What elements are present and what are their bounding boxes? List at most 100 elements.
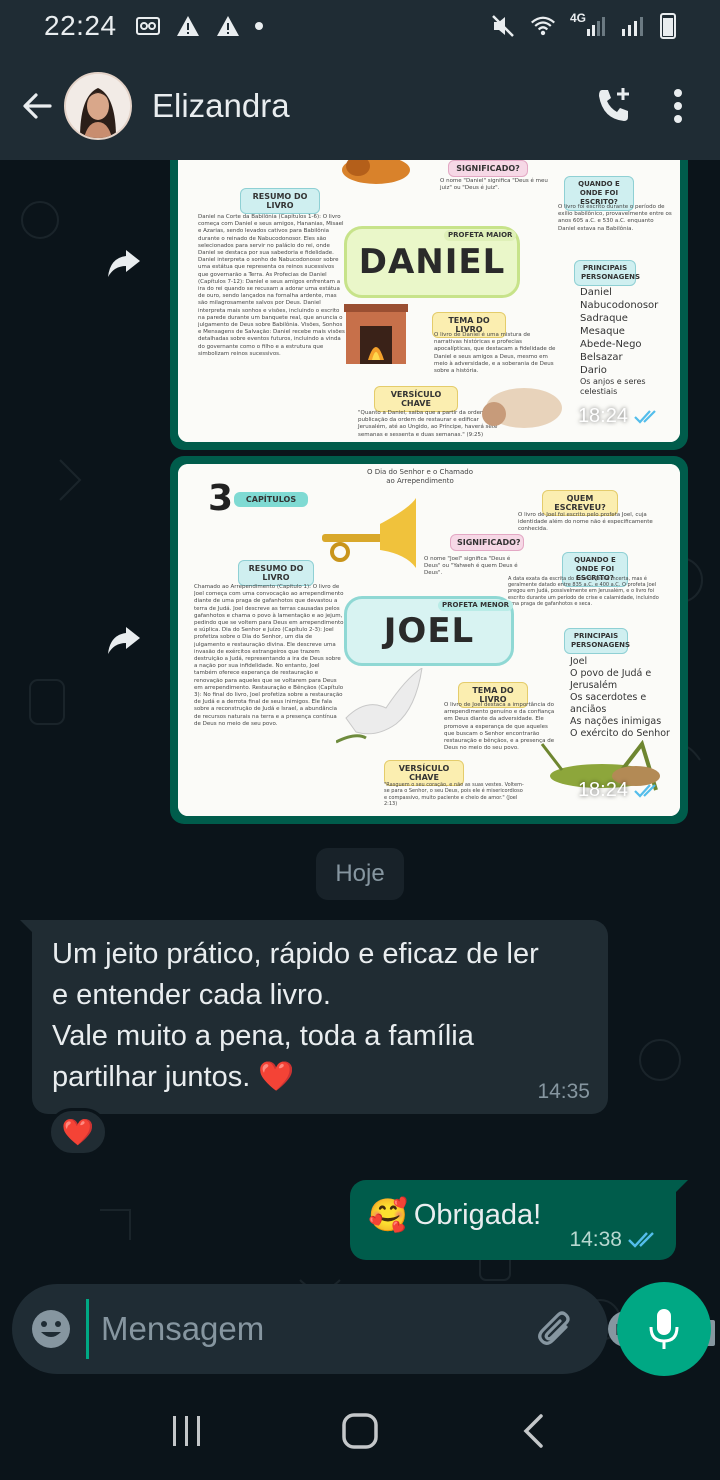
praying-man-illustration — [482, 388, 562, 428]
battery-icon — [660, 13, 676, 39]
date-chip: Hoje — [316, 848, 404, 900]
quem-text: O livro de Joel foi escrito pelo profeta… — [518, 512, 653, 533]
label-profeta: PROFETA MENOR — [438, 600, 514, 611]
personagem-item: Dario — [580, 365, 607, 376]
label-profeta: PROFETA MAIOR — [444, 230, 517, 241]
forward-icon — [108, 627, 140, 654]
personagem-item: As nações inimigas — [570, 716, 662, 727]
label-resumo: RESUMO DO LIVRO — [238, 560, 314, 586]
personagem-item: Sadraque — [580, 313, 628, 324]
signal-4g-icon: 4G — [570, 11, 606, 38]
message-composer: R$ — [12, 1284, 715, 1374]
add-call-icon — [599, 88, 629, 121]
warning-icon — [215, 14, 241, 38]
label-resumo: RESUMO DO LIVRO — [240, 188, 320, 214]
message-time: 18:24 — [578, 405, 660, 428]
personagem-item: Nabucodonosor — [580, 300, 659, 311]
recent-apps-icon — [172, 1416, 200, 1446]
fireplace-illustration — [344, 304, 408, 364]
message-time: 14:38 — [569, 1228, 658, 1252]
home-icon — [342, 1413, 378, 1449]
emoji-button[interactable] — [30, 1305, 72, 1353]
resumo-text: Chamado ao Arrependimento (Capítulo 1): … — [194, 584, 344, 727]
image-message[interactable]: RESUMO DO LIVRO Daniel na Corte da Babil… — [170, 160, 688, 450]
infographic-daniel[interactable]: RESUMO DO LIVRO Daniel na Corte da Babil… — [178, 160, 680, 442]
personagem-item: O povo de Judá e Jerusalém — [570, 668, 652, 691]
status-time: 22:24 — [44, 10, 117, 41]
personagem-item: Joel — [570, 656, 588, 667]
book-title: JOEL — [383, 611, 475, 651]
smiling-hearts-emoji-icon: 🥰 — [368, 1197, 408, 1233]
tema-text: O livro de Daniel é uma mistura de narra… — [434, 332, 556, 375]
reaction-badge[interactable]: ❤️ — [48, 1108, 108, 1156]
personagem-item: Abede-Nego — [580, 339, 642, 350]
voice-record-button[interactable] — [617, 1282, 711, 1376]
versiculo-text: "Rasguem o seu coração, e não as suas ve… — [384, 782, 524, 808]
chat-header: Elizandra — [0, 52, 720, 160]
chapters-number: 3 — [208, 478, 234, 519]
forward-button[interactable] — [98, 615, 150, 667]
label-personagens: PRINCIPAIS PERSONAGENS — [564, 628, 630, 654]
contact-name[interactable]: Elizandra — [152, 87, 290, 125]
microphone-icon — [649, 1309, 679, 1349]
voicemail-icon — [135, 14, 161, 38]
warning-icon — [175, 14, 201, 38]
chapters-label: CAPÍTULOS — [234, 492, 308, 507]
trumpet-illustration — [322, 498, 416, 568]
personagem-item: Os anjos e seres celestiais — [580, 377, 646, 396]
time-text: 18:24 — [577, 405, 628, 427]
avatar[interactable] — [64, 72, 132, 140]
status-bar: 22:24 4G — [0, 0, 720, 52]
infographic-joel[interactable]: 3 CAPÍTULOS O Dia do Senhor e o Chamado … — [178, 464, 680, 816]
personagem-item: Mesaque — [580, 326, 625, 337]
message-text: Obrigada! — [413, 1198, 542, 1231]
time-text: 14:38 — [569, 1228, 622, 1251]
personagem-item: Belsazar — [580, 352, 623, 363]
more-options-button[interactable] — [646, 74, 710, 138]
home-button[interactable] — [330, 1401, 390, 1461]
label-personagens: PRINCIPAIS PERSONAGENS — [574, 260, 640, 286]
personagens-list: Daniel Nabucodonosor Sadraque Mesaque Ab… — [580, 286, 676, 397]
signal-icon — [620, 14, 646, 38]
forward-icon — [108, 250, 140, 277]
message-time: 18:24 — [578, 779, 660, 802]
arrow-back-icon — [23, 93, 52, 119]
personagens-list: Joel O povo de Judá e Jerusalém Os sacer… — [570, 656, 674, 740]
system-nav-bar — [0, 1382, 720, 1480]
wifi-icon — [530, 14, 556, 38]
outgoing-message[interactable]: 🥰 Obrigada! 14:38 — [350, 1180, 688, 1260]
chat-area[interactable]: RESUMO DO LIVRO Daniel na Corte da Babil… — [0, 160, 720, 1382]
attach-button[interactable] — [532, 1305, 580, 1353]
read-ticks-icon — [628, 1232, 654, 1248]
back-nav-button[interactable] — [503, 1401, 563, 1461]
message-input[interactable] — [86, 1299, 526, 1359]
personagem-item: Daniel — [580, 287, 612, 298]
label-versiculo: VERSÍCULO CHAVE — [374, 386, 458, 412]
quando-text: O livro foi escrito durante o período de… — [558, 204, 672, 232]
resumo-text: Daniel na Corte da Babilônia (Capítulos … — [198, 214, 345, 357]
more-vert-icon — [674, 89, 682, 123]
top-caption: O Dia do Senhor e o Chamado ao Arrependi… — [366, 468, 474, 485]
image-message[interactable]: 3 CAPÍTULOS O Dia do Senhor e o Chamado … — [170, 456, 688, 824]
lion-illustration — [342, 160, 410, 184]
incoming-message[interactable]: Um jeito prático, rápido e eficaz de ler… — [20, 920, 608, 1114]
forward-button[interactable] — [98, 238, 150, 290]
heart-reaction-icon: ❤️ — [61, 1116, 95, 1147]
emoji-icon — [32, 1310, 70, 1348]
mute-icon — [490, 14, 516, 38]
recent-apps-button[interactable] — [157, 1401, 217, 1461]
paperclip-icon — [538, 1311, 570, 1345]
label-significado: SIGNIFICADO? — [450, 534, 524, 551]
message-time: 14:35 — [537, 1080, 590, 1103]
back-button[interactable] — [10, 79, 64, 133]
add-call-button[interactable] — [582, 74, 646, 138]
read-ticks-icon — [634, 409, 656, 424]
significado-text: O nome "Joel" significa "Deus é Deus" ou… — [424, 556, 518, 577]
message-text: Um jeito prático, rápido e eficaz de ler… — [52, 938, 539, 1093]
time-text: 18:24 — [577, 779, 628, 801]
personagem-item: O exército do Senhor — [570, 728, 670, 739]
label-significado: SIGNIFICADO? — [448, 160, 528, 177]
quando-text: A data exata da escrita do livro de Joel… — [508, 576, 659, 607]
personagem-item: Os sacerdotes e anciãos — [570, 692, 647, 715]
notification-dot-icon — [254, 22, 263, 30]
